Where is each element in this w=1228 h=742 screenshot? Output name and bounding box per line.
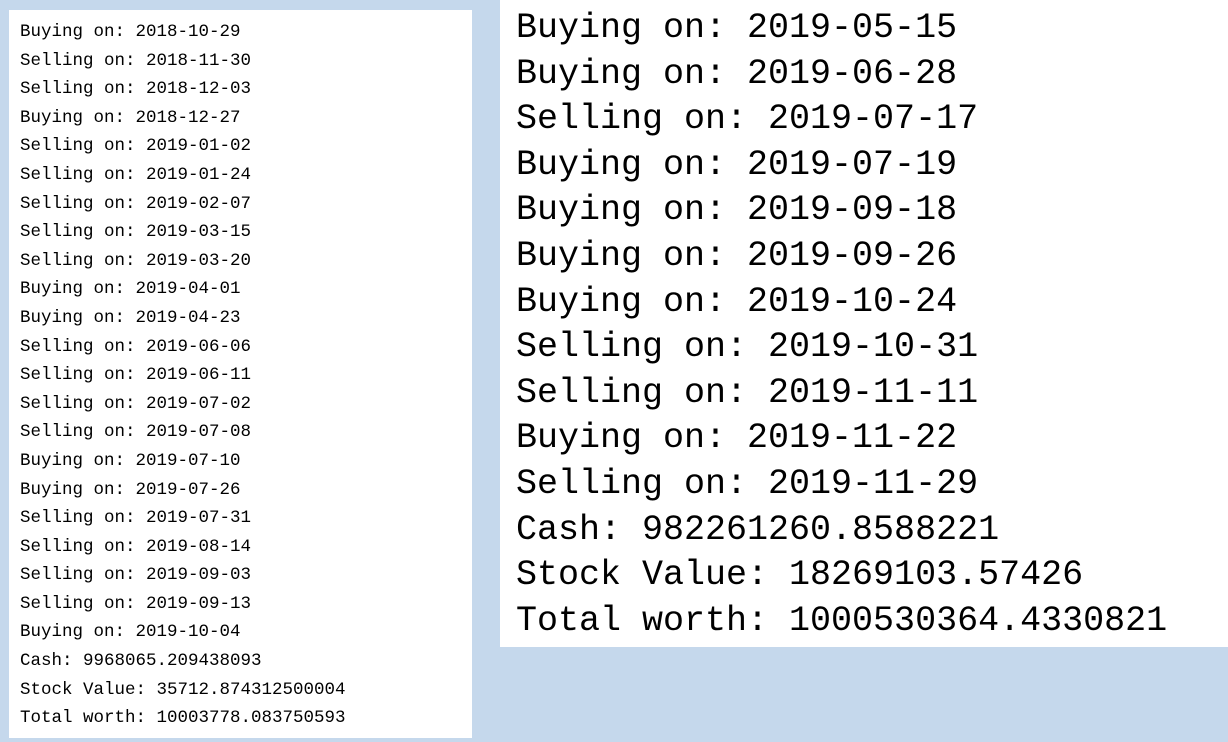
output-line: Selling on: 2018-12-03 bbox=[20, 79, 252, 100]
output-line: Selling on: 2019-11-29 bbox=[516, 463, 979, 504]
output-line: Buying on: 2018-12-27 bbox=[20, 107, 241, 128]
output-line: Buying on: 2019-04-01 bbox=[20, 279, 241, 300]
output-line: Buying on: 2019-07-19 bbox=[516, 144, 958, 185]
output-line: Selling on: 2019-07-08 bbox=[20, 422, 252, 443]
output-line: Buying on: 2018-10-29 bbox=[20, 22, 241, 42]
output-line: Buying on: 2019-07-10 bbox=[20, 450, 241, 471]
stock-value-line: Stock Value: 18269103.57426 bbox=[516, 555, 1084, 596]
output-line: Selling on: 2019-09-03 bbox=[20, 565, 252, 586]
output-line: Selling on: 2019-07-02 bbox=[20, 393, 252, 414]
left-output-panel: Buying on: 2018-10-29 Selling on: 2018-1… bbox=[9, 10, 472, 738]
output-line: Buying on: 2019-05-15 bbox=[516, 8, 958, 48]
output-line: Selling on: 2019-07-17 bbox=[516, 99, 979, 140]
stock-value-line: Stock Value: 35712.874312500004 bbox=[20, 679, 346, 700]
total-worth-line: Total worth: 1000530364.4330821 bbox=[516, 600, 1168, 641]
output-line: Selling on: 2019-08-14 bbox=[20, 536, 252, 557]
right-output-panel: Buying on: 2019-05-15 Buying on: 2019-06… bbox=[500, 0, 1228, 647]
total-worth-line: Total worth: 10003778.083750593 bbox=[20, 708, 346, 729]
output-line: Buying on: 2019-06-28 bbox=[516, 53, 958, 94]
output-line: Selling on: 2018-11-30 bbox=[20, 50, 252, 71]
output-line: Selling on: 2019-06-06 bbox=[20, 336, 252, 357]
output-line: Selling on: 2019-01-02 bbox=[20, 136, 252, 157]
output-line: Buying on: 2019-07-26 bbox=[20, 479, 241, 500]
cash-line: Cash: 982261260.8588221 bbox=[516, 509, 1000, 550]
output-line: Selling on: 2019-07-31 bbox=[20, 508, 252, 529]
output-line: Selling on: 2019-03-20 bbox=[20, 250, 252, 271]
output-line: Selling on: 2019-11-11 bbox=[516, 372, 979, 413]
output-line: Buying on: 2019-10-24 bbox=[516, 281, 958, 322]
output-line: Selling on: 2019-03-15 bbox=[20, 222, 252, 243]
output-line: Buying on: 2019-09-18 bbox=[516, 190, 958, 231]
cash-line: Cash: 9968065.209438093 bbox=[20, 651, 262, 672]
output-line: Selling on: 2019-02-07 bbox=[20, 193, 252, 214]
output-line: Buying on: 2019-11-22 bbox=[516, 418, 958, 459]
output-line: Buying on: 2019-04-23 bbox=[20, 307, 241, 328]
output-line: Selling on: 2019-09-13 bbox=[20, 593, 252, 614]
output-line: Selling on: 2019-01-24 bbox=[20, 164, 252, 185]
output-line: Buying on: 2019-10-04 bbox=[20, 622, 241, 643]
output-line: Selling on: 2019-10-31 bbox=[516, 327, 979, 368]
output-line: Selling on: 2019-06-11 bbox=[20, 365, 252, 386]
output-line: Buying on: 2019-09-26 bbox=[516, 235, 958, 276]
